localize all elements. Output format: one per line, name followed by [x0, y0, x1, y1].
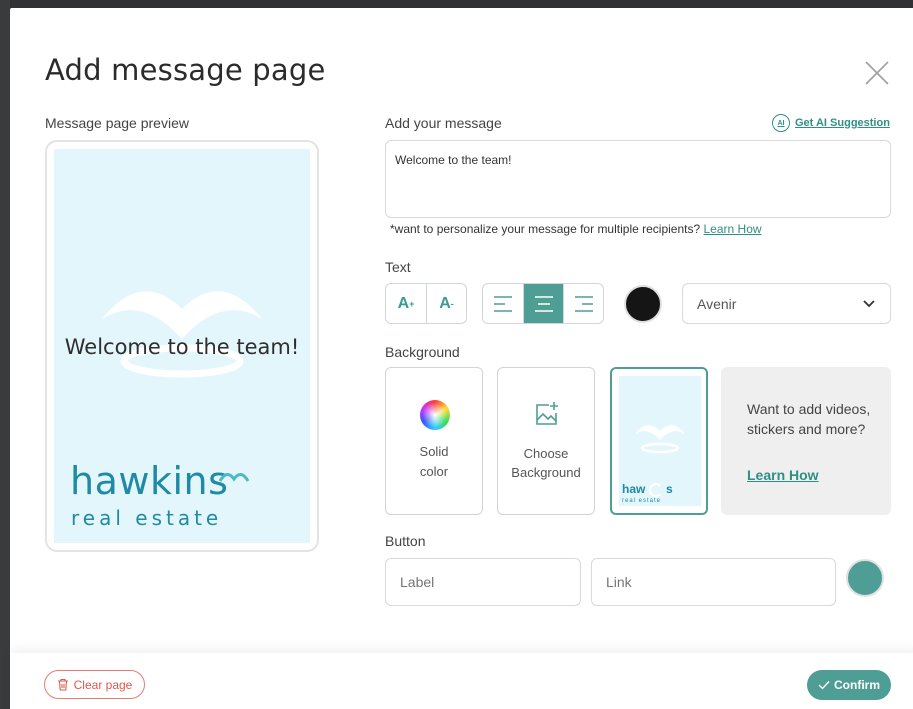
decrease-font-size-button[interactable]: A-: [426, 284, 466, 323]
thumbnail-logo-icon: [635, 425, 685, 454]
choose-background-option[interactable]: Choose Background: [497, 367, 595, 515]
loading-spinner-icon: [648, 482, 663, 497]
add-message-page-dialog: Add message page Message page preview We…: [10, 8, 913, 709]
solid-label-2: color: [419, 464, 449, 479]
align-left-button[interactable]: [483, 284, 523, 323]
button-section-label: Button: [385, 533, 426, 549]
close-icon[interactable]: [862, 58, 892, 88]
increase-sup: +: [409, 298, 415, 309]
preview-canvas: Welcome to the team! hawkins real estate: [54, 149, 310, 543]
add-image-icon: [536, 402, 558, 425]
decrease-sup: -: [450, 298, 454, 309]
message-label: Add your message: [385, 115, 502, 131]
thumbnail-wordmark: haw s: [622, 482, 673, 497]
text-color-swatch[interactable]: [624, 285, 662, 323]
font-size-group: A + A-: [385, 283, 467, 324]
align-left-icon: [494, 295, 512, 312]
solid-color-option[interactable]: Solid color: [385, 367, 483, 515]
current-background-option[interactable]: haw s real estate: [610, 367, 708, 515]
promo-text: Want to add videos, stickers and more?: [747, 401, 871, 437]
confirm-label: Confirm: [834, 678, 880, 692]
color-wheel-icon: [420, 400, 450, 430]
promo-learn-how-link[interactable]: Learn How: [747, 467, 819, 483]
clear-page-label: Clear page: [73, 677, 133, 692]
choose-label-2: Background: [511, 465, 581, 480]
personalize-hint: *want to personalize your message for mu…: [390, 222, 762, 236]
font-select[interactable]: Avenir: [682, 283, 891, 324]
dialog-footer: Clear page Confirm: [10, 653, 913, 709]
chevron-down-icon: [863, 299, 875, 307]
background-section-label: Background: [385, 344, 460, 360]
button-label-input[interactable]: [385, 558, 581, 606]
button-link-input[interactable]: [591, 558, 836, 606]
dialog-title: Add message page: [45, 53, 326, 87]
text-section-label: Text: [385, 259, 411, 275]
ai-badge: AI: [777, 119, 785, 127]
alignment-group: [482, 283, 604, 324]
personalize-text: *want to personalize your message for mu…: [390, 222, 701, 236]
align-center-button[interactable]: [523, 284, 563, 323]
align-right-icon: [574, 295, 593, 312]
solid-label-1: Solid: [419, 444, 449, 459]
message-textarea[interactable]: Welcome to the team!: [385, 140, 891, 218]
get-ai-suggestion-link[interactable]: AI Get AI Suggestion: [772, 114, 890, 132]
confirm-button[interactable]: Confirm: [807, 670, 891, 700]
background-thumbnail: haw s real estate: [619, 376, 701, 506]
promo-card: Want to add videos, stickers and more? L…: [721, 367, 891, 515]
ai-suggestion-label: Get AI Suggestion: [795, 117, 890, 129]
choose-label-1: Choose: [523, 446, 569, 461]
increase-font-size-button[interactable]: A +: [386, 284, 426, 323]
thumbnail-tagline: real estate: [622, 498, 662, 504]
ai-icon: AI: [772, 114, 790, 132]
logo-watermark-icon: [102, 291, 262, 378]
align-center-icon: [534, 295, 553, 312]
trash-icon: [57, 678, 68, 691]
preview-message: Welcome to the team!: [64, 335, 300, 359]
personalize-learn-how-link[interactable]: Learn How: [704, 222, 762, 236]
align-right-button[interactable]: [563, 284, 603, 323]
logo-wordmark: hawkins: [70, 459, 229, 503]
check-icon: [818, 681, 830, 690]
logo-tagline: real estate: [71, 506, 223, 530]
backdrop: [0, 0, 10, 709]
preview-label: Message page preview: [45, 115, 189, 131]
clear-page-button[interactable]: Clear page: [44, 670, 145, 699]
button-color-swatch[interactable]: [846, 559, 884, 597]
logo-bird-icon: [218, 473, 250, 482]
font-select-value: Avenir: [697, 295, 737, 312]
